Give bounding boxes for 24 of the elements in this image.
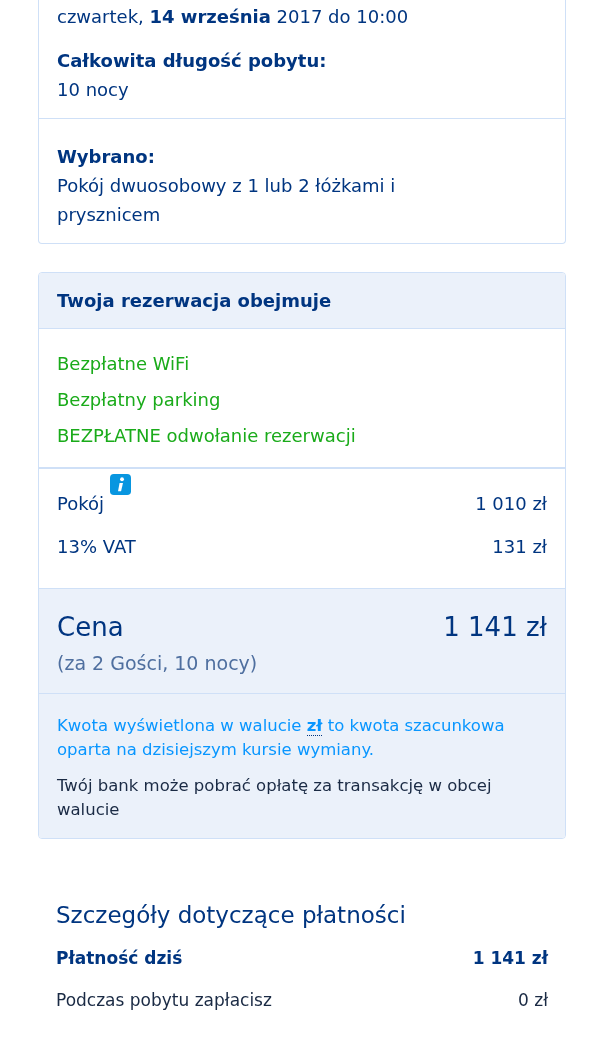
stay-length-label: Całkowita długość pobytu: xyxy=(57,49,328,73)
price-amount: 131 zł xyxy=(492,535,547,559)
perk-item: Bezpłatny parking xyxy=(57,388,222,412)
currency-note: Kwota wyświetlona w walucie zł to kwota szacunkowa oparta na dzisiejszym kursie wymiany. xyxy=(57,715,506,761)
selected-label: Wybrano: xyxy=(57,145,156,169)
payment-title: Szczegóły dotyczące płatności xyxy=(56,901,407,930)
total-price: 1 141 zł xyxy=(443,611,547,644)
payment-amount: 0 zł xyxy=(518,989,548,1012)
checkout-date: czwartek, 14 września 2017 do 10:00 xyxy=(57,5,410,29)
perk-item: Bezpłatne WiFi xyxy=(57,352,191,376)
perk-item: BEZPŁATNE odwołanie rezerwacji xyxy=(57,424,357,448)
payment-amount: 1 141 zł xyxy=(472,947,548,970)
payment-label: Podczas pobytu zapłacisz xyxy=(56,989,272,1012)
price-amount: 1 010 zł xyxy=(475,492,547,516)
bank-note: Twój bank może pobrać opłatę za transakcję w obcej walucie xyxy=(57,775,493,821)
price-note: (za 2 Gości, 10 nocy) xyxy=(57,651,259,676)
stay-length-value: 10 nocy xyxy=(57,78,130,102)
price-label: 13% VAT xyxy=(57,535,136,559)
price-label: Cena xyxy=(57,611,124,644)
info-icon[interactable] xyxy=(110,474,132,495)
payment-label: Płatność dziś xyxy=(56,947,183,970)
price-label: Pokój xyxy=(57,492,105,516)
card-title: Twoja rezerwacja obejmuje xyxy=(57,289,333,313)
selected-room: Pokój dwuosobowy z 1 lub 2 łóżkami i prysznicem xyxy=(57,174,397,227)
